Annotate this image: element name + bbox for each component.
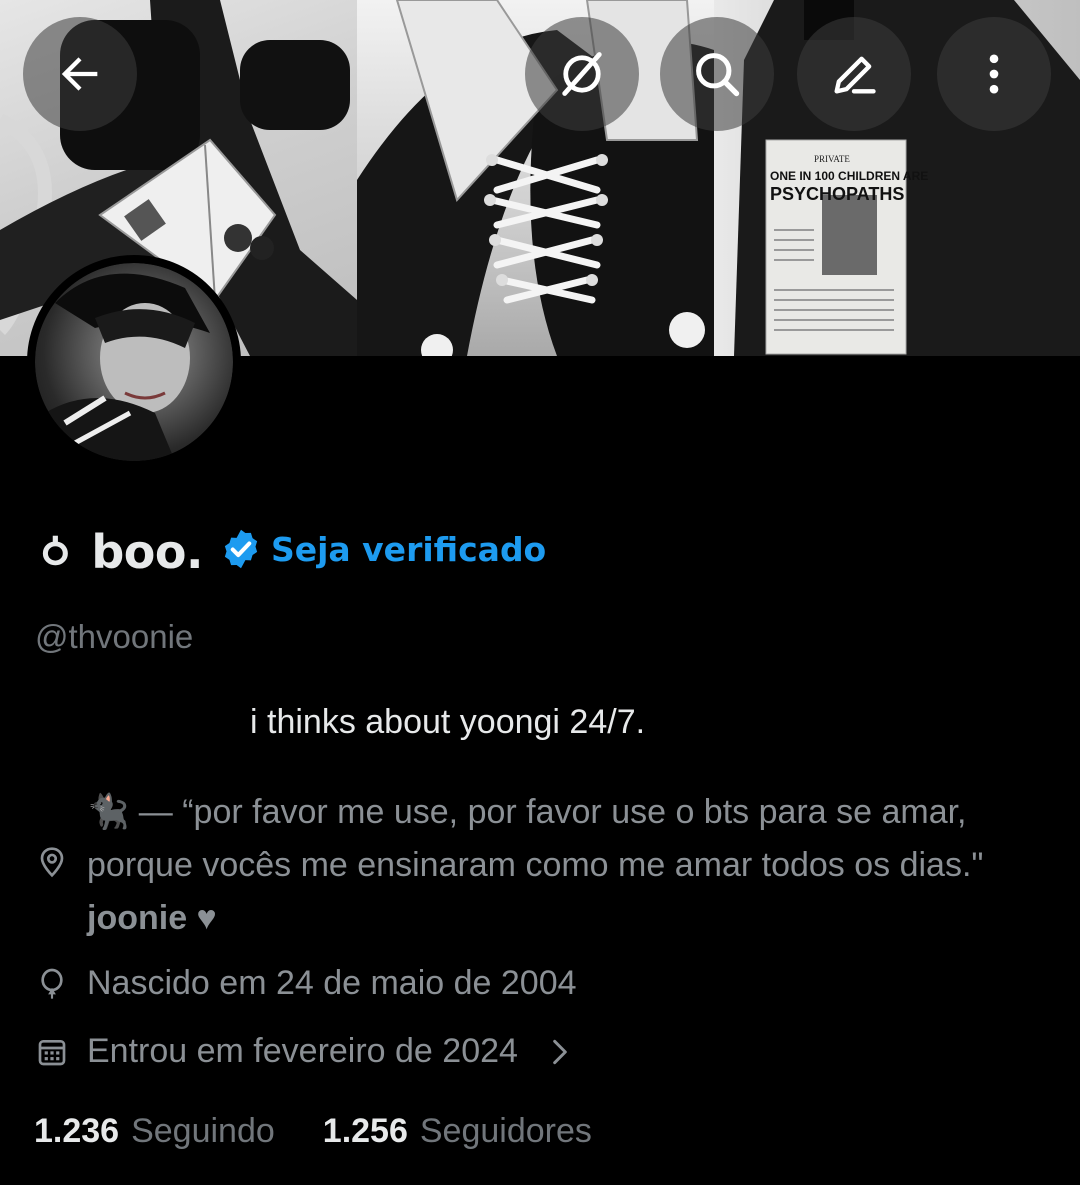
edit-button[interactable] [797, 17, 911, 131]
chevron-right-icon [553, 1039, 567, 1064]
followers-count: 1.256 [322, 1112, 408, 1150]
bio-text: i thinks about yoongi 24/7. [250, 703, 646, 741]
location-author: joonie [87, 899, 188, 937]
birth-date-row: Nascido em 24 de maio de 2004 [36, 964, 577, 1003]
birth-date-text: Nascido em 24 de maio de 2004 [87, 964, 577, 1002]
calendar-icon [38, 1039, 66, 1065]
verified-badge-icon[interactable] [219, 527, 263, 571]
arrow-left-icon [61, 57, 98, 91]
followers-link[interactable]: 1.256 Seguidores [323, 1112, 592, 1151]
joined-date-text: Entrou em fevereiro de 2024 [87, 1032, 518, 1070]
username-handle: @thvoonie [35, 618, 194, 655]
profile-avatar[interactable] [27, 255, 241, 469]
location-text: 🐈‍⬛ — “por favor me use, por favor use o… [87, 786, 1047, 945]
pencil-icon [834, 56, 876, 94]
search-icon [696, 53, 740, 97]
more-vertical-icon [989, 54, 999, 94]
followers-label: Seguidores [419, 1112, 592, 1150]
following-label: Seguindo [131, 1112, 275, 1150]
get-verified-link[interactable]: Seja verificado [271, 530, 546, 569]
grok-icon [562, 52, 602, 96]
display-name: ㆁ boo. [34, 525, 203, 579]
newspaper-headline-2: PSYCHOPATHS [770, 184, 904, 204]
follow-stats: 1.236 Seguindo 1.256 Seguidores [34, 1112, 592, 1151]
back-button[interactable] [23, 17, 137, 131]
location-heart: ♥ [187, 899, 217, 937]
location-emoji: 🐈‍⬛ [87, 793, 130, 831]
balloon-icon [41, 968, 63, 999]
avatar-image [35, 263, 233, 461]
more-options-button[interactable] [937, 17, 1051, 131]
newspaper-headline-1: ONE IN 100 CHILDREN ARE [770, 169, 928, 183]
location-pin-icon [40, 847, 64, 878]
grok-button[interactable] [525, 17, 639, 131]
joined-date-row[interactable]: Entrou em fevereiro de 2024 [36, 1032, 595, 1071]
name-row: ㆁ boo. Seja verificado [34, 518, 546, 580]
profile-page: PRIVATE ONE IN 100 CHILDREN ARE PSYCHOPA… [0, 0, 1080, 1185]
search-button[interactable] [660, 17, 774, 131]
newspaper-private-text: PRIVATE [814, 154, 850, 164]
location-quote: — “por favor me use, por favor use o bts… [87, 793, 984, 884]
following-count: 1.236 [34, 1112, 120, 1150]
following-link[interactable]: 1.236 Seguindo [34, 1112, 275, 1151]
